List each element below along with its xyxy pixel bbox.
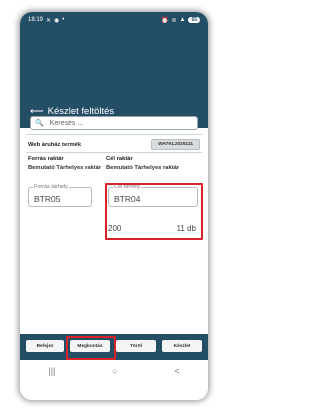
source-title: Forrás raktár — [28, 156, 64, 162]
finish-button[interactable]: Befejez — [26, 340, 64, 352]
home-icon[interactable]: ○ — [112, 366, 117, 376]
split-highlight-box — [66, 336, 116, 360]
target-column: Cél raktár Bemutató Tárhelyes raktár — [106, 156, 202, 172]
search-icon: 🔍 — [35, 120, 44, 127]
phone-screen: 18:19 ✕ ◉ • ⏰ ≋ ▲ 65 ⟵ Készlet feltöltés… — [20, 12, 208, 400]
search-input[interactable] — [47, 118, 192, 128]
store-label: Web áruház termék — [28, 141, 82, 148]
divider — [26, 152, 202, 153]
stock-button[interactable]: Készlet — [162, 340, 202, 352]
android-nav-bar: ||| ○ < — [20, 360, 208, 400]
target-warehouse: Bemutató Tárhelyes raktár — [106, 165, 180, 171]
status-left: 18:19 ✕ ◉ • — [28, 17, 64, 24]
recents-icon[interactable]: ||| — [48, 366, 55, 376]
app-header: ⟵ Készlet feltöltés — [20, 28, 208, 128]
source-location-legend: Forrás tárhely — [33, 184, 69, 190]
status-time: 18:19 — [28, 17, 44, 23]
delete-button[interactable]: Töröl — [116, 340, 156, 352]
x-icon: ✕ — [46, 17, 52, 24]
source-column: Forrás raktár Bemutató Tárhelyes raktár — [28, 156, 108, 172]
wifi-icon: ≋ — [171, 17, 177, 24]
battery-badge: 65 — [188, 17, 200, 23]
target-highlight-box — [105, 183, 203, 240]
store-chip[interactable]: WATKL2025111 — [151, 139, 200, 150]
status-bar: 18:19 ✕ ◉ • ⏰ ≋ ▲ 65 — [20, 12, 208, 28]
chat-icon: ◉ — [54, 17, 60, 24]
signal-icon: ▲ — [179, 17, 186, 23]
back-icon[interactable]: < — [174, 366, 179, 376]
source-location-field[interactable]: Forrás tárhely BTR05 — [28, 184, 92, 207]
status-right: ⏰ ≋ ▲ 65 — [161, 17, 200, 24]
target-title: Cél raktár — [106, 156, 133, 162]
source-warehouse: Bemutató Tárhelyes raktár — [28, 165, 102, 171]
search-bar[interactable]: 🔍 — [30, 116, 198, 130]
dot-icon: • — [62, 17, 65, 23]
store-row: Web áruház termék WATKL2025111 — [28, 139, 200, 150]
alarm-icon: ⏰ — [160, 17, 169, 24]
source-location-value: BTR05 — [34, 194, 61, 204]
divider — [26, 134, 202, 135]
